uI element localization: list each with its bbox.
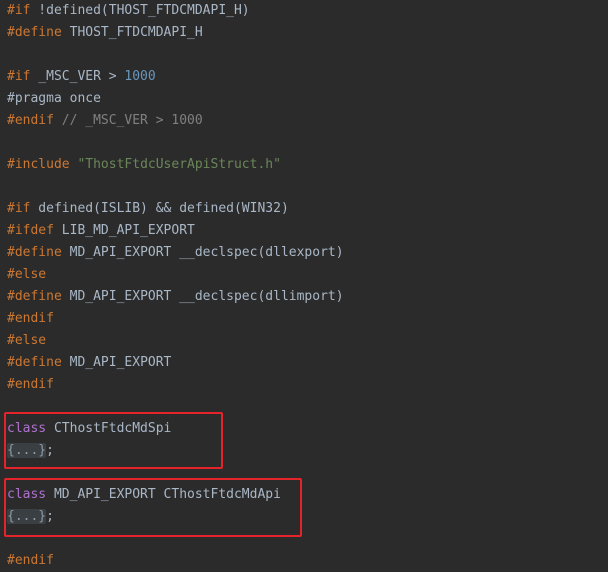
code-line: #else [7,267,47,282]
code-line: #define THOST_FTDCMDAPI_H [7,25,203,40]
code-line: #define MD_API_EXPORT __declspec(dllexpo… [7,245,344,260]
code-line: #if _MSC_VER > 1000 [7,69,156,84]
code-line: #if defined(ISLIB) && defined(WIN32) [7,201,289,216]
code-line: #endif [7,377,54,392]
code-line: #ifdef LIB_MD_API_EXPORT [7,223,195,238]
code-line: #define MD_API_EXPORT [7,355,172,370]
code-line: #define MD_API_EXPORT __declspec(dllimpo… [7,289,344,304]
highlight-box-md-api [4,478,302,537]
code-line: #endif // _MSC_VER > 1000 [7,113,203,128]
code-line: #endif [7,553,54,568]
code-editor[interactable]: #if !defined(THOST_FTDCMDAPI_H) #define … [0,0,608,572]
code-line: #pragma once [7,91,101,106]
code-line: #else [7,333,47,348]
code-line: #include "ThostFtdcUserApiStruct.h" [7,157,281,172]
highlight-box-md-spi [4,412,223,469]
code-line: #endif [7,311,54,326]
code-line: #if !defined(THOST_FTDCMDAPI_H) [7,3,250,18]
